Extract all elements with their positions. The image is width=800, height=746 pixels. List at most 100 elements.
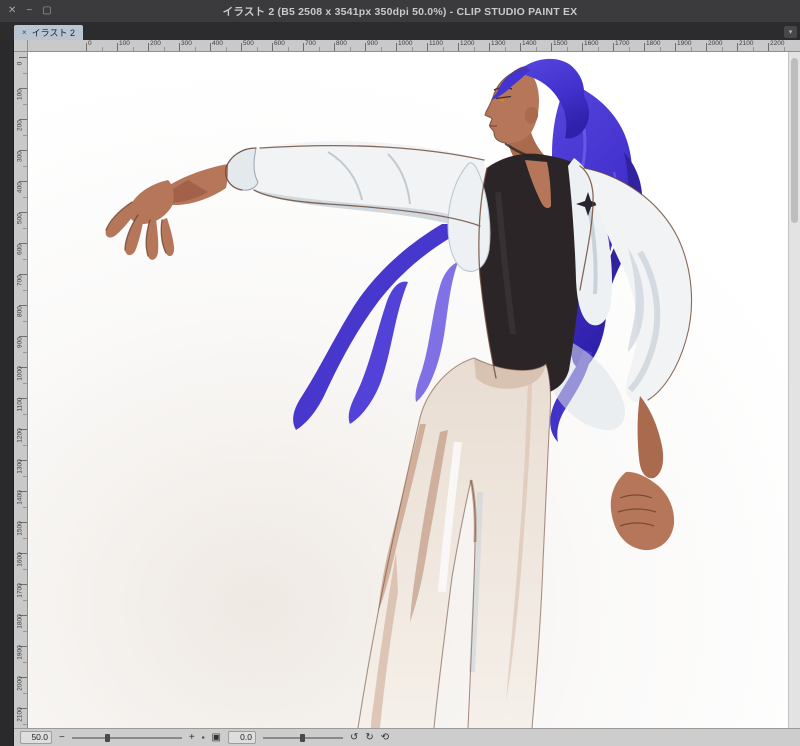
ruler-tick-label: 1600 bbox=[584, 40, 599, 47]
canvas-viewport[interactable] bbox=[28, 52, 788, 728]
rotation-slider[interactable] bbox=[262, 733, 343, 743]
ruler-minor-tick bbox=[349, 47, 351, 51]
ruler-major-tick bbox=[520, 43, 521, 51]
ruler-tick-label: 1000 bbox=[398, 40, 413, 47]
ruler-minor-tick bbox=[132, 47, 134, 51]
ruler-minor-tick bbox=[23, 351, 27, 353]
ruler-minor-tick bbox=[23, 723, 27, 725]
vertical-ruler: 0 100 200 300 400 500 600 700 800 900 1000 1100 1200… bbox=[14, 52, 28, 728]
ruler-major-tick bbox=[489, 43, 490, 51]
ruler-major-tick bbox=[365, 43, 366, 51]
ruler-major-tick bbox=[551, 43, 552, 51]
ruler-tick-label: 1300 bbox=[491, 40, 506, 47]
ruler-minor-tick bbox=[23, 413, 27, 415]
clip-studio-window: ✕ − ▢ イラスト 2 (B5 2508 x 3541px 350dpi 50… bbox=[0, 0, 800, 746]
window-title: イラスト 2 (B5 2508 x 3541px 350dpi 50.0%) -… bbox=[222, 5, 578, 18]
ruler-minor-tick bbox=[783, 47, 785, 51]
ruler-major-tick bbox=[272, 43, 273, 51]
ruler-tick-label: 1800 bbox=[646, 40, 661, 47]
ruler-major-tick bbox=[427, 43, 428, 51]
ruler-minor-tick bbox=[23, 568, 27, 570]
status-bar: 50.0 − + ▪ ▣ 0.0 ↺ ↻ ⟲ bbox=[14, 728, 800, 746]
ruler-minor-tick bbox=[318, 47, 320, 51]
ruler-major-tick bbox=[334, 43, 335, 51]
canvas-tab-bar: × イラスト 2 ▾ bbox=[0, 22, 800, 40]
ruler-minor-tick bbox=[597, 47, 599, 51]
ruler-tick-label: 900 bbox=[367, 40, 378, 47]
ruler-minor-tick bbox=[23, 444, 27, 446]
ruler-tick-label: 100 bbox=[119, 40, 130, 47]
titlebar: ✕ − ▢ イラスト 2 (B5 2508 x 3541px 350dpi 50… bbox=[0, 0, 800, 23]
ruler-minor-tick bbox=[23, 72, 27, 74]
rotation-slider-thumb[interactable] bbox=[299, 733, 305, 742]
ruler-minor-tick bbox=[23, 134, 27, 136]
horizontal-ruler: 0 100 200 300 400 500 600 700 800 900 1000 1100 1200… bbox=[28, 40, 788, 52]
ruler-minor-tick bbox=[23, 506, 27, 508]
ruler-minor-tick bbox=[23, 320, 27, 322]
ruler-minor-tick bbox=[23, 258, 27, 260]
ruler-minor-tick bbox=[23, 103, 27, 105]
tab-list-icon[interactable]: ▾ bbox=[784, 26, 797, 38]
ruler-major-tick bbox=[210, 43, 211, 51]
fit-screen-icon[interactable]: ▣ bbox=[212, 732, 221, 744]
ruler-minor-tick bbox=[23, 289, 27, 291]
ruler-tick-label: 1500 bbox=[553, 40, 568, 47]
ruler-minor-tick bbox=[225, 47, 227, 51]
ruler-minor-tick bbox=[659, 47, 661, 51]
ruler-minor-tick bbox=[566, 47, 568, 51]
zoom-slider-thumb[interactable] bbox=[104, 733, 110, 742]
ruler-minor-tick bbox=[23, 661, 27, 663]
ruler-major-tick bbox=[303, 43, 304, 51]
ruler-minor-tick bbox=[535, 47, 537, 51]
ruler-minor-tick bbox=[473, 47, 475, 51]
ruler-minor-tick bbox=[721, 47, 723, 51]
ruler-major-tick bbox=[179, 43, 180, 51]
tab-illustration-2[interactable]: × イラスト 2 bbox=[14, 25, 83, 40]
ruler-major-tick bbox=[396, 43, 397, 51]
ruler-tick-label: 600 bbox=[274, 40, 285, 47]
rotate-right-icon[interactable]: ↻ bbox=[365, 732, 373, 744]
zoom-in-button[interactable]: + bbox=[189, 732, 195, 744]
ruler-minor-tick bbox=[194, 47, 196, 51]
tab-label: イラスト 2 bbox=[31, 28, 75, 38]
maximize-window-icon[interactable]: ▢ bbox=[42, 6, 51, 16]
ruler-minor-tick bbox=[380, 47, 382, 51]
minimize-window-icon[interactable]: − bbox=[26, 6, 32, 16]
ruler-tick-label: 300 bbox=[181, 40, 192, 47]
ruler-minor-tick bbox=[23, 630, 27, 632]
ruler-tick-label: 2000 bbox=[708, 40, 723, 47]
close-window-icon[interactable]: ✕ bbox=[8, 6, 16, 16]
vertical-scrollbar[interactable] bbox=[788, 52, 800, 728]
ruler-minor-tick bbox=[287, 47, 289, 51]
rotate-left-icon[interactable]: ↺ bbox=[350, 732, 358, 744]
ruler-minor-tick bbox=[163, 47, 165, 51]
zoom-out-button[interactable]: − bbox=[59, 732, 65, 744]
ruler-tick-label: 1900 bbox=[677, 40, 692, 47]
ruler-major-tick bbox=[613, 43, 614, 51]
ruler-major-tick bbox=[117, 43, 118, 51]
ruler-tick-label: 800 bbox=[336, 40, 347, 47]
ruler-tick-label: 1700 bbox=[615, 40, 630, 47]
ruler-major-tick bbox=[706, 43, 707, 51]
rotation-value-field[interactable]: 0.0 bbox=[227, 731, 256, 744]
ruler-major-tick bbox=[582, 43, 583, 51]
ruler-tick-label: 1100 bbox=[429, 40, 443, 47]
ruler-minor-tick bbox=[23, 537, 27, 539]
ruler-minor-tick bbox=[504, 47, 506, 51]
actual-size-icon[interactable]: ▪ bbox=[202, 732, 205, 744]
reset-rotation-icon[interactable]: ⟲ bbox=[381, 732, 389, 744]
zoom-slider[interactable] bbox=[71, 733, 182, 743]
ruler-tick-label: 1200 bbox=[460, 40, 475, 47]
ruler-minor-tick bbox=[23, 382, 27, 384]
ruler-corner bbox=[14, 40, 28, 52]
ruler-major-tick bbox=[148, 43, 149, 51]
zoom-value-field[interactable]: 50.0 bbox=[20, 731, 52, 744]
ruler-tick-label: 500 bbox=[243, 40, 254, 47]
ruler-tick-label: 2100 bbox=[739, 40, 754, 47]
ruler-minor-tick bbox=[442, 47, 444, 51]
window-controls: ✕ − ▢ bbox=[8, 0, 52, 22]
ruler-major-tick bbox=[675, 43, 676, 51]
ruler-minor-tick bbox=[23, 692, 27, 694]
tab-close-icon[interactable]: × bbox=[22, 28, 27, 37]
vertical-scrollbar-thumb[interactable] bbox=[791, 58, 798, 223]
